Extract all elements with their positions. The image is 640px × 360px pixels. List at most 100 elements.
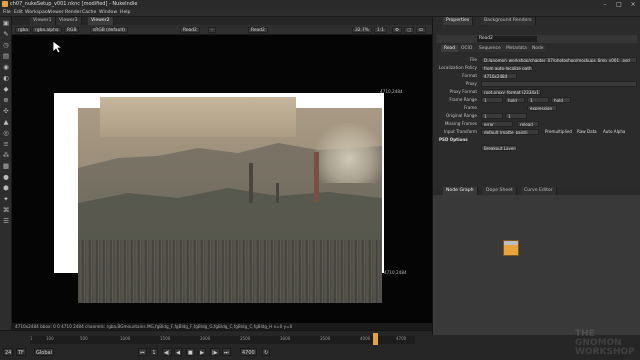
input-transform-select[interactable]: default (matte_paint) <box>481 129 539 135</box>
tab-background-renders[interactable]: Background Renders <box>481 17 536 25</box>
timeline-ruler[interactable]: 1 100 500 1000 1500 2000 2500 3000 3500 … <box>30 336 415 344</box>
channel-tool-icon[interactable]: ▤ <box>2 52 10 60</box>
filter-tool-icon[interactable]: ◐ <box>2 74 10 82</box>
tab-sequence[interactable]: Sequence <box>476 45 504 52</box>
tab-dope-sheet[interactable]: Dope Sheet <box>483 187 517 195</box>
gear-icon[interactable]: ⚙ <box>392 27 402 33</box>
display-mode-select[interactable]: RGB <box>64 27 80 33</box>
zoom-select[interactable]: 32.7% <box>352 27 372 33</box>
play-forward-icon[interactable]: ▶ <box>198 348 206 356</box>
3d-tool-icon[interactable]: ▲ <box>2 118 10 126</box>
smart-vector-tool-icon[interactable]: ⌘ <box>2 206 10 214</box>
chimney-tall <box>314 152 319 202</box>
range-mode-select[interactable]: Global <box>34 348 54 356</box>
menu-help[interactable]: Help <box>120 10 130 15</box>
current-frame-field[interactable]: 1 <box>150 348 158 356</box>
metadata-tool-icon[interactable]: ≡ <box>2 140 10 148</box>
format-select[interactable]: 4710x2484 <box>481 73 517 79</box>
close-button[interactable]: × <box>626 0 640 9</box>
viewer-canvas[interactable]: 4710,2484 4710,2484 <box>12 35 432 323</box>
minimize-button[interactable]: – <box>598 0 612 9</box>
frame-range-after-select[interactable]: hold <box>551 97 571 103</box>
tab-metadata[interactable]: Metadata <box>503 45 530 52</box>
auto-alpha-checkbox[interactable]: Auto Alpha <box>601 129 629 135</box>
town-layer <box>78 240 382 303</box>
ofx-tool-icon[interactable]: ✦ <box>2 195 10 203</box>
viewer-info-bar: 4710x2484 bbox: 0 0 4710 2484 channels: … <box>12 323 432 330</box>
tab-viewer3[interactable]: Viewer3 <box>56 17 82 25</box>
stop-icon[interactable]: ■ <box>186 348 195 356</box>
tab-node-graph[interactable]: Node Graph <box>443 187 478 195</box>
input-b-select[interactable]: Read2 <box>248 27 268 33</box>
tick: 4700 <box>396 336 407 341</box>
menu-render[interactable]: Render <box>65 10 81 15</box>
image-info: 4710x2484 bbox: 0 0 4710 2484 channels: … <box>15 324 293 329</box>
fps-field[interactable]: 24 <box>3 348 14 356</box>
tab-read[interactable]: Read <box>441 45 459 52</box>
tab-properties[interactable]: Properties <box>443 17 474 25</box>
bookmark-tool-icon[interactable]: ☰ <box>2 217 10 225</box>
tab-curve-editor[interactable]: Curve Editor <box>521 187 557 195</box>
original-range-end-field[interactable]: 1 <box>505 113 527 119</box>
missing-frames-select[interactable]: error <box>481 121 513 127</box>
tick: 2500 <box>240 336 251 341</box>
frame-range-end-field[interactable]: 1 <box>527 97 549 103</box>
time-tool-icon[interactable]: ◷ <box>2 41 10 49</box>
alpha-channel-select[interactable]: rgba.alpha <box>32 27 62 33</box>
proxy-field[interactable] <box>481 81 637 87</box>
frame-range-before-select[interactable]: hold <box>505 97 525 103</box>
menu-edit[interactable]: Edit <box>14 10 23 15</box>
wipe-mode-select[interactable]: - <box>208 27 216 33</box>
tab-viewer2[interactable]: Viewer2 <box>88 17 114 25</box>
localization-policy-select[interactable]: from auto-localize path <box>481 65 533 71</box>
particles-tool-icon[interactable]: ⁂ <box>2 151 10 159</box>
menu-viewer[interactable]: Viewer <box>48 10 64 15</box>
ratio-select[interactable]: 1:1 <box>374 27 388 33</box>
first-frame-icon[interactable]: ⏮ <box>138 348 147 356</box>
furnace-tool-icon[interactable]: ⬢ <box>2 184 10 192</box>
roi-icon[interactable]: ▢ <box>404 27 415 33</box>
merge-tool-icon[interactable]: ⊕ <box>2 96 10 104</box>
loop-icon[interactable]: ↻ <box>262 348 271 356</box>
lock-icon[interactable]: ⊡ <box>416 27 426 33</box>
node-graph-panel[interactable]: Node Graph Dope Sheet Curve Editor <box>432 187 640 335</box>
frame-range-label: Frame Range <box>449 97 477 102</box>
reload-button[interactable]: reload <box>517 121 539 127</box>
other-tool-icon[interactable]: ● <box>2 173 10 181</box>
file-path-field[interactable]: D:/gnomon_workshop/chapter_07/photoshop/… <box>481 57 637 63</box>
keyer-tool-icon[interactable]: ◆ <box>2 85 10 93</box>
play-backward-icon[interactable]: ◀ <box>174 348 182 356</box>
color-tool-icon[interactable]: ◉ <box>2 63 10 71</box>
colorspace-select[interactable]: sRGB (default) <box>90 27 129 33</box>
menu-window[interactable]: Window <box>99 10 117 15</box>
image-tool-icon[interactable]: ▣ <box>2 19 10 27</box>
menu-cache[interactable]: Cache <box>82 10 96 15</box>
menu-file[interactable]: File <box>3 10 11 15</box>
node-name-field[interactable]: Read2 <box>477 36 537 42</box>
transform-tool-icon[interactable]: ✣ <box>2 107 10 115</box>
input-a-select[interactable]: Read2 <box>180 27 200 33</box>
views-tool-icon[interactable]: ◎ <box>2 129 10 137</box>
last-frame-icon[interactable]: ⏭ <box>222 348 231 356</box>
channels-select[interactable]: rgba <box>15 27 31 33</box>
next-keyframe-icon[interactable]: |▶ <box>210 348 220 356</box>
original-range-start-field[interactable]: 1 <box>481 113 503 119</box>
prev-keyframe-icon[interactable]: ◀| <box>162 348 172 356</box>
menu-workspace[interactable]: Workspace <box>25 10 50 15</box>
tab-node[interactable]: Node <box>529 45 547 52</box>
premultiplied-checkbox[interactable]: Premultiplied <box>543 129 573 135</box>
raw-data-checkbox[interactable]: Raw Data <box>575 129 597 135</box>
draw-tool-icon[interactable]: ✎ <box>2 30 10 38</box>
end-frame-field[interactable]: 4700 <box>240 348 257 356</box>
breakout-layers-button[interactable]: Breakout Layers <box>481 145 517 151</box>
toolsets-tool-icon[interactable]: ▦ <box>2 162 10 170</box>
tab-ocio[interactable]: OCIO <box>458 45 476 52</box>
proxy-format-select[interactable]: root.proxy_format (2334x1773) <box>481 89 541 95</box>
frame-range-start-field[interactable]: 1 <box>481 97 503 103</box>
tab-viewer1[interactable]: Viewer1 <box>30 17 56 25</box>
playhead[interactable] <box>373 333 378 345</box>
tc-icon[interactable]: TF <box>16 348 26 356</box>
maximize-button[interactable]: □ <box>612 0 626 9</box>
frame-mode-select[interactable]: expression <box>527 105 557 111</box>
read-node[interactable] <box>503 240 519 256</box>
